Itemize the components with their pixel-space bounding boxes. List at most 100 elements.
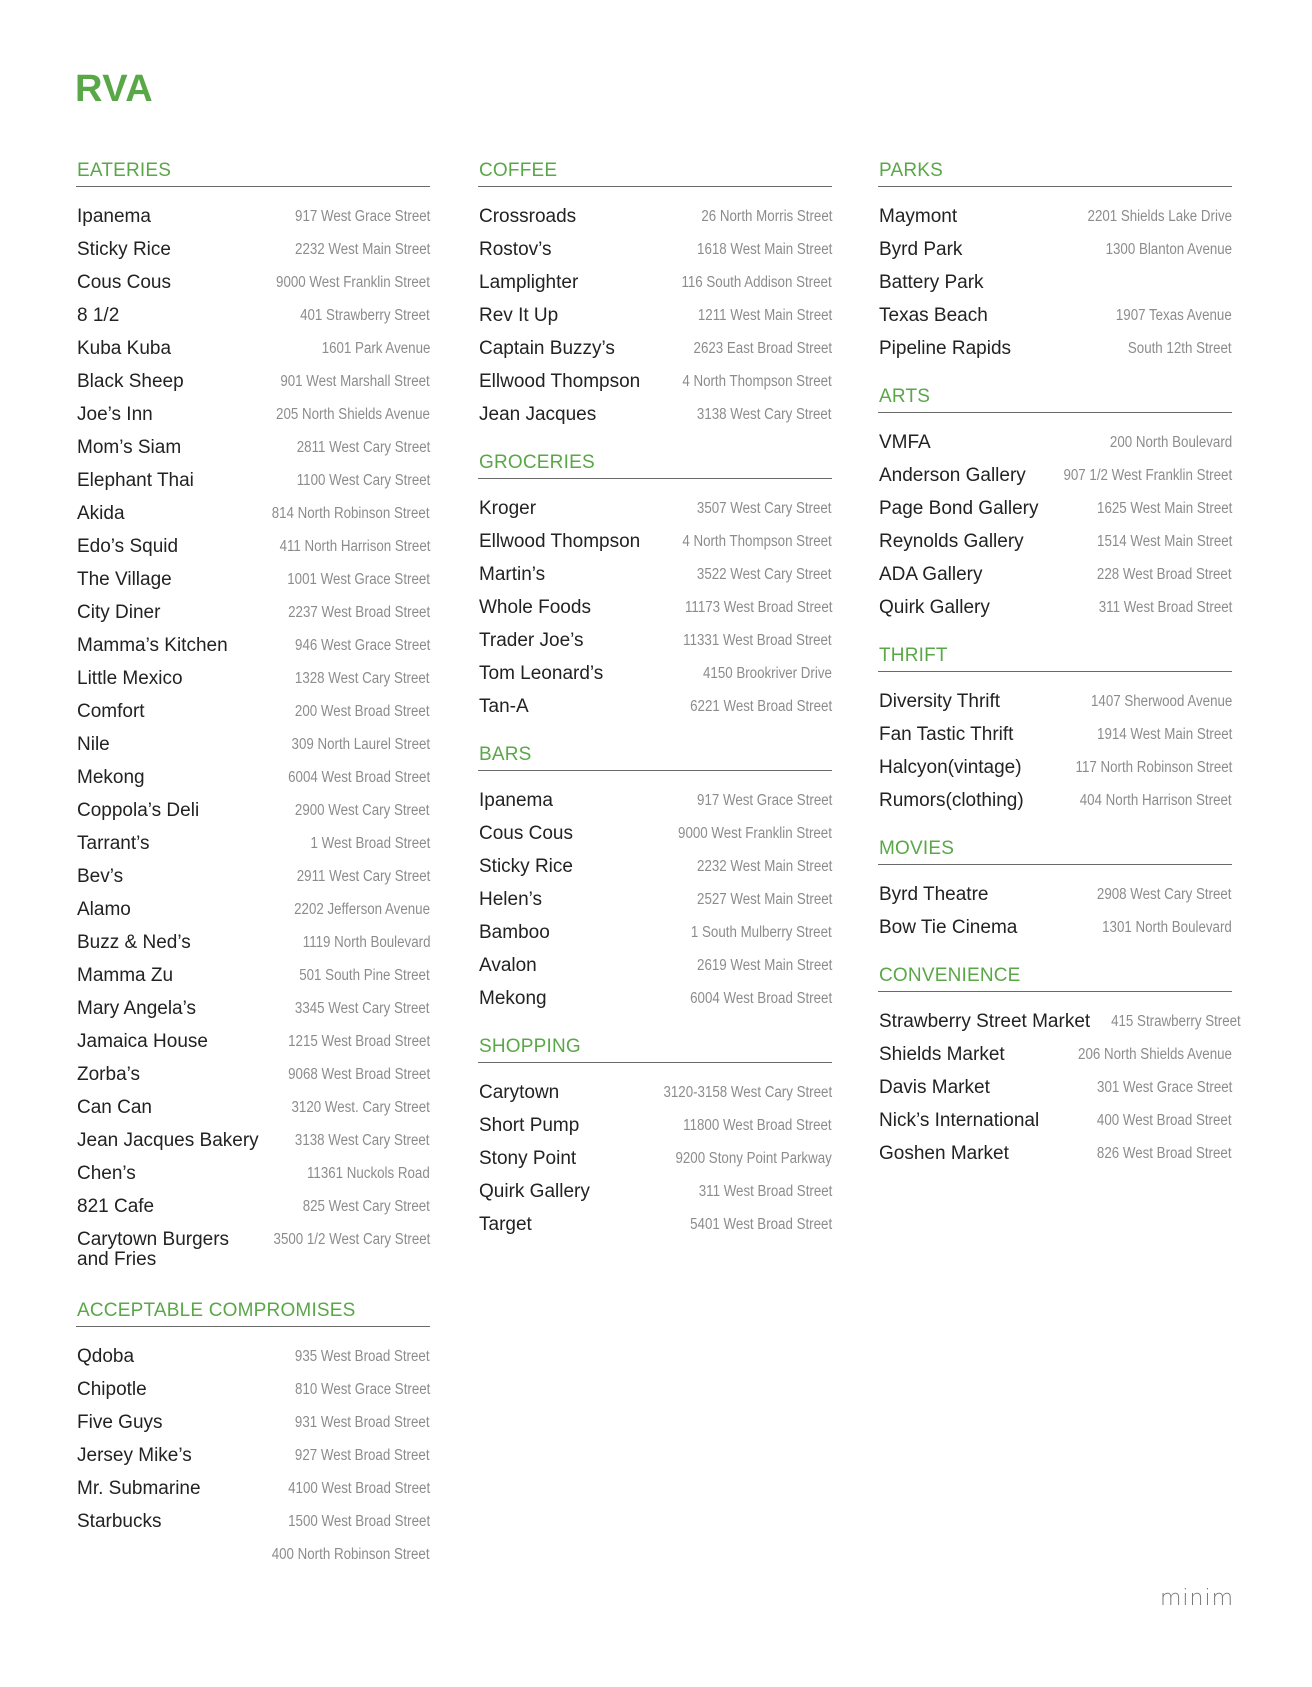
place-name: Rumors(clothing) (879, 790, 1024, 811)
place-name: Little Mexico (77, 668, 183, 689)
place-name: Nile (77, 734, 110, 755)
place-name: Mekong (479, 988, 547, 1009)
place-name: Jean Jacques (479, 404, 597, 425)
place-name: Mom’s Siam (77, 437, 182, 458)
place-address: 901 West Marshall Street (280, 373, 430, 390)
place-name: Mamma’s Kitchen (77, 635, 228, 656)
list-item: Maymont 2201 Shields Lake Drive (878, 207, 1232, 240)
place-name: Helen’s (479, 889, 543, 910)
place-name: City Diner (77, 602, 161, 623)
place-list: Byrd Theatre 2908 West Cary Street Bow Tie… (878, 885, 1232, 951)
list-item: Ipanema 917 West Grace Street (76, 207, 430, 240)
list-item: 8 1/2 401 Strawberry Street (76, 306, 430, 339)
list-item: Short Pump 11800 West Broad Street (478, 1116, 832, 1149)
place-address: 810 West Grace Street (294, 1381, 430, 1398)
place-list: Diversity Thrift 1407 Sherwood Avenue Fan … (878, 692, 1232, 824)
list-item: Mamma’s Kitchen 946 West Grace Street (76, 636, 430, 669)
place-list: Crossroads 26 North Morris Street Rostov’s… (478, 207, 832, 438)
list-item: Edo’s Squid 411 North Harrison Street (76, 537, 430, 570)
place-address: 400 West Broad Street (1097, 1112, 1232, 1129)
place-name: Bamboo (479, 922, 550, 943)
list-item: 821 Cafe 825 West Cary Street (76, 1197, 430, 1230)
place-address: 228 West Broad Street (1097, 566, 1232, 583)
place-name: Pipeline Rapids (879, 338, 1012, 359)
list-item: Mamma Zu 501 South Pine Street (76, 966, 430, 999)
place-name: Kuba Kuba (77, 338, 172, 359)
place-address: 301 West Grace Street (1096, 1079, 1232, 1096)
list-item: 400 North Robinson Street (76, 1545, 430, 1578)
list-item: Mekong 6004 West Broad Street (478, 989, 832, 1022)
list-item: Qdoba 935 West Broad Street (76, 1347, 430, 1380)
list-item: City Diner 2237 West Broad Street (76, 603, 430, 636)
list-item: Page Bond Gallery 1625 West Main Street (878, 499, 1232, 532)
place-address: 907 1/2 West Franklin Street (1063, 467, 1232, 484)
list-item: Nick’s International 400 West Broad Stree… (878, 1111, 1232, 1144)
column-1: EATERIES Ipanema 917 West Grace Street Stic… (76, 160, 430, 1592)
place-address: 311 West Broad Street (698, 1183, 832, 1200)
place-name: Comfort (77, 701, 145, 722)
place-name: Alamo (77, 899, 131, 920)
place-name: Captain Buzzy’s (479, 338, 615, 359)
list-item: Little Mexico 1328 West Cary Street (76, 669, 430, 702)
list-item: Chen’s 11361 Nuckols Road (76, 1164, 430, 1197)
list-item: Rostov’s 1618 West Main Street (478, 240, 832, 273)
place-name: Rev It Up (479, 305, 559, 326)
list-item: Byrd Park 1300 Blanton Avenue (878, 240, 1232, 273)
place-name: Tarrant’s (77, 833, 150, 854)
place-list: VMFA 200 North Boulevard Anderson Gallery 9… (878, 433, 1232, 631)
place-name: Sticky Rice (77, 239, 171, 260)
list-item: Quirk Gallery 311 West Broad Street (478, 1182, 832, 1215)
list-item: Five Guys 931 West Broad Street (76, 1413, 430, 1446)
list-item: Nile 309 North Laurel Street (76, 735, 430, 768)
list-item: Martin’s 3522 West Cary Street (478, 565, 832, 598)
place-name: The Village (77, 569, 172, 590)
place-address: 825 West Cary Street (302, 1198, 430, 1215)
list-item: Whole Foods 11173 West Broad Street (478, 598, 832, 631)
place-name: Avalon (479, 955, 537, 976)
place-address: 1625 West Main Street (1096, 500, 1232, 517)
place-name: Elephant Thai (77, 470, 194, 491)
place-name: Tom Leonard’s (479, 663, 604, 684)
place-address: 3522 West Cary Street (697, 566, 832, 583)
place-address: 1514 West Main Street (1096, 533, 1232, 550)
place-name: Goshen Market (879, 1143, 1009, 1164)
section-heading: ARTS (878, 386, 1232, 413)
place-name: Carytown (479, 1082, 560, 1103)
place-address: 917 West Grace Street (696, 792, 832, 809)
place-name: Jamaica House (77, 1031, 208, 1052)
section-groceries: GROCERIES Kroger 3507 West Cary Street Ellw… (478, 452, 832, 730)
list-item: Tarrant’s 1 West Broad Street (76, 834, 430, 867)
place-name: VMFA (879, 432, 931, 453)
list-item: Ellwood Thompson 4 North Thompson Street (478, 372, 832, 405)
place-name: Akida (77, 503, 125, 524)
place-address: 411 North Harrison Street (279, 538, 430, 555)
place-address: 9000 West Franklin Street (276, 274, 430, 291)
section-eateries: EATERIES Ipanema 917 West Grace Street Stic… (76, 160, 430, 1286)
place-name: Crossroads (479, 206, 577, 227)
place-name: Battery Park (879, 272, 984, 293)
list-item: Bamboo 1 South Mulberry Street (478, 923, 832, 956)
place-name: Davis Market (879, 1077, 990, 1098)
place-name: Quirk Gallery (479, 1181, 590, 1202)
list-item: Sticky Rice 2232 West Main Street (478, 857, 832, 890)
place-address: 917 West Grace Street (294, 208, 430, 225)
section-arts: ARTS VMFA 200 North Boulevard Anderson Gall… (878, 386, 1232, 631)
place-address: 6221 West Broad Street (689, 698, 832, 715)
place-address: 1300 Blanton Avenue (1105, 241, 1232, 258)
place-address: 2232 West Main Street (294, 241, 430, 258)
place-name: Cous Cous (77, 272, 171, 293)
place-name: Nick’s International (879, 1110, 1040, 1131)
list-item: Diversity Thrift 1407 Sherwood Avenue (878, 692, 1232, 725)
section-heading: THRIFT (878, 645, 1232, 672)
place-address: 1001 West Grace Street (287, 571, 430, 588)
place-address: 1100 West Cary Street (296, 472, 430, 489)
place-address: 311 West Broad Street (1098, 599, 1232, 616)
place-address: 1907 Texas Avenue (1116, 307, 1232, 324)
list-item: Strawberry Street Market 415 Strawberry S… (878, 1012, 1241, 1045)
place-address: 3345 West Cary Street (295, 1000, 430, 1017)
place-address: 3120-3158 West Cary Street (663, 1084, 832, 1101)
place-name: Whole Foods (479, 597, 591, 618)
place-address: 11331 West Broad Street (683, 632, 832, 649)
section-heading: BARS (478, 744, 832, 771)
place-list: Strawberry Street Market 415 Strawberry S… (878, 1012, 1241, 1177)
